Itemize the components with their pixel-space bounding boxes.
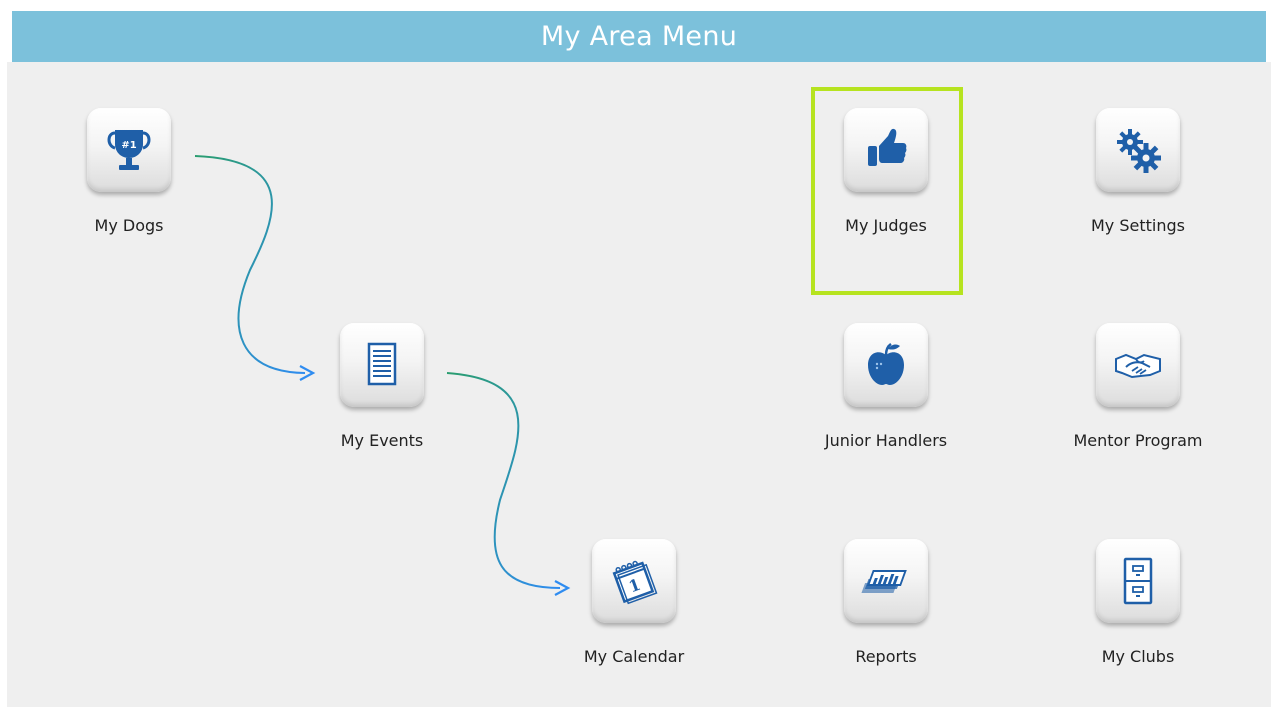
tile-mentor-program[interactable]: Mentor Program: [1058, 299, 1218, 489]
tile-my-calendar[interactable]: 1 My Calendar: [554, 515, 714, 705]
thumbs-up-icon: [844, 108, 928, 192]
reports-icon: [844, 539, 928, 623]
tile-label: My Calendar: [583, 647, 685, 666]
file-cabinet-icon: [1096, 539, 1180, 623]
page-title: My Area Menu: [540, 21, 738, 52]
tile-my-judges[interactable]: My Judges: [806, 84, 966, 274]
page-header: My Area Menu: [12, 11, 1266, 62]
tile-my-dogs[interactable]: #1 My Dogs: [49, 84, 209, 274]
calendar-icon: 1: [592, 539, 676, 623]
tile-label: Reports: [855, 647, 917, 666]
trophy-icon: #1: [87, 108, 171, 192]
tile-my-events[interactable]: My Events: [302, 299, 462, 489]
tile-label: Mentor Program: [1073, 431, 1203, 450]
gears-icon: [1096, 108, 1180, 192]
tile-label: My Judges: [845, 216, 927, 235]
tile-junior-handlers[interactable]: Junior Handlers: [806, 299, 966, 489]
tile-label: My Settings: [1091, 216, 1185, 235]
handshake-icon: [1096, 323, 1180, 407]
tile-label: My Events: [340, 431, 424, 450]
tile-my-settings[interactable]: My Settings: [1058, 84, 1218, 274]
trophy-badge-text: #1: [121, 140, 136, 151]
tile-reports[interactable]: Reports: [806, 515, 966, 705]
tile-label: Junior Handlers: [824, 431, 948, 450]
apple-icon: [844, 323, 928, 407]
tile-my-clubs[interactable]: My Clubs: [1058, 515, 1218, 705]
document-icon: [340, 323, 424, 407]
tile-label: My Dogs: [94, 216, 164, 235]
tile-label: My Clubs: [1101, 647, 1175, 666]
